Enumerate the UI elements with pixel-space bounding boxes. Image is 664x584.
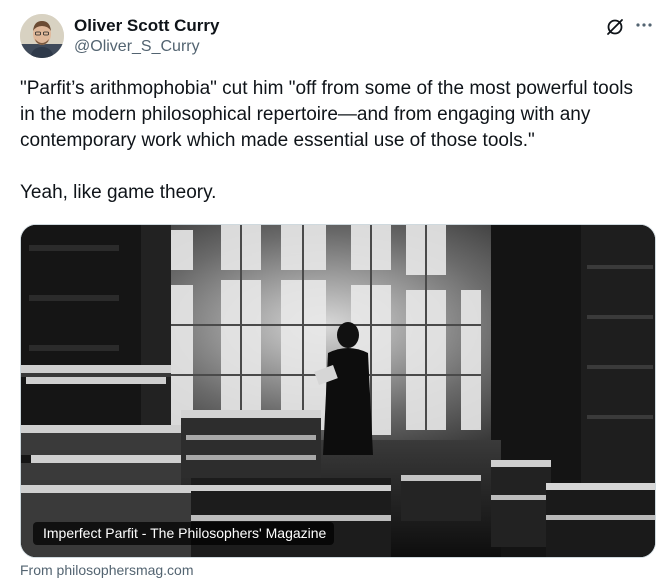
more-options-icon	[636, 23, 652, 27]
link-card-source[interactable]: From philosophersmag.com	[20, 562, 194, 578]
tweet-text: "Parfit’s arithmophobia" cut him "off fr…	[20, 76, 650, 206]
grok-icon	[607, 19, 623, 35]
tweet-paragraph: "Parfit’s arithmophobia" cut him "off fr…	[20, 78, 634, 151]
grok-button[interactable]	[604, 16, 626, 38]
tweet-paragraph: Yeah, like game theory.	[20, 182, 217, 203]
link-card[interactable]: Imperfect Parfit - The Philosophers' Mag…	[20, 224, 656, 558]
avatar-photo-icon	[20, 14, 64, 58]
tweet: Oliver Scott Curry @Oliver_S_Curry "Parf…	[0, 0, 664, 584]
author-name[interactable]: Oliver Scott Curry	[74, 16, 220, 36]
more-options-button[interactable]	[633, 14, 655, 36]
library-scene-image	[21, 225, 655, 557]
link-card-title: Imperfect Parfit - The Philosophers' Mag…	[33, 522, 335, 545]
author-handle[interactable]: @Oliver_S_Curry	[74, 38, 200, 56]
avatar[interactable]	[20, 14, 64, 58]
